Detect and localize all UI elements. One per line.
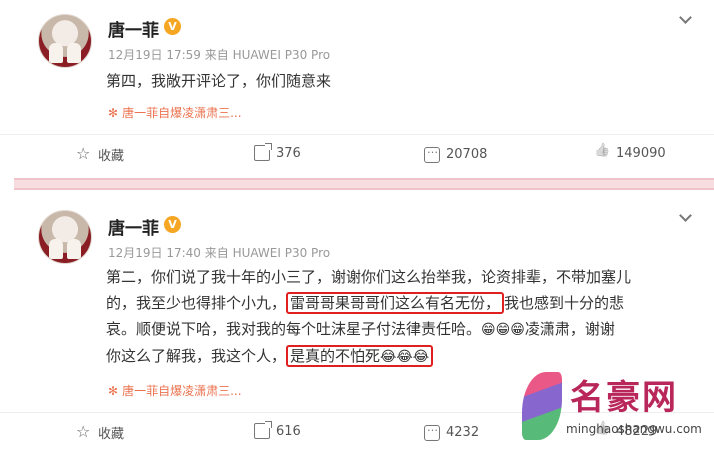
source-label: 唐一菲自爆凌潇肃三...	[122, 106, 242, 120]
star-icon	[76, 144, 92, 163]
avatar-figure	[67, 239, 81, 259]
text-segment: 我也感到十分的悲	[504, 294, 625, 312]
text-segment: 你这么了解我，我这个人，	[106, 347, 287, 365]
post-text-line: 的，我至少也得排个小九， 雷哥哥果哥哥们这么有名无份， 我也感到十分的悲	[106, 290, 696, 316]
forward-icon	[254, 421, 272, 439]
forward-icon	[254, 143, 272, 161]
avatar-figure	[49, 239, 63, 259]
chevron-down-icon[interactable]	[678, 12, 692, 26]
post-divider	[14, 178, 714, 190]
mention-text: 凌潇肃，谢谢	[524, 320, 615, 338]
chevron-down-icon[interactable]	[678, 210, 692, 224]
post-meta: 12月19日 17:59 来自 HUAWEI P30 Pro	[108, 48, 331, 62]
avatar[interactable]	[38, 14, 92, 68]
source-link[interactable]: ✻ 唐一菲自爆凌潇肃三...	[108, 104, 242, 121]
post-text-line: 哀。顺便说下哈，我对我的每个吐沫星子付法律责任哈。😁😁😁凌潇肃，谢谢	[106, 316, 696, 343]
forward-button[interactable]: 616	[254, 421, 301, 439]
post-text-line: 第二，你们说了我十年的小三了，谢谢你们这么抬举我，论资排辈，不带加塞儿	[106, 268, 632, 286]
post-text: 第四，我敞开评论了，你们随意来	[106, 72, 332, 90]
favorite-label: 收藏	[98, 149, 125, 164]
star-icon	[76, 422, 92, 441]
verified-badge-icon: V	[164, 18, 181, 35]
comment-count: 4232	[446, 424, 480, 440]
avatar-figure	[49, 43, 63, 63]
forward-button[interactable]: 376	[254, 143, 301, 161]
post-text: 第二，你们说了我十年的小三了，谢谢你们这么抬举我，论资排辈，不带加塞儿 的，我至…	[106, 264, 696, 370]
comment-icon	[424, 421, 440, 441]
text-segment: 的，我至少也得排个小九，	[106, 294, 287, 312]
highlighted-text-label: 是真的不怕死	[290, 347, 381, 365]
verified-badge-icon: V	[164, 216, 181, 233]
comment-button[interactable]: 20708	[424, 143, 488, 163]
like-count: 149090	[616, 145, 666, 161]
weibo-post-1: 唐一菲 V 12月19日 17:59 来自 HUAWEI P30 Pro 第四，…	[0, 0, 714, 178]
like-button[interactable]: 149090	[594, 145, 666, 161]
watermark-logo-icon	[522, 372, 562, 440]
highlighted-text: 雷哥哥果哥哥们这么有名无份，	[286, 292, 505, 314]
source-link[interactable]: ✻ 唐一菲自爆凌潇肃三...	[108, 382, 242, 399]
text-segment: 哀。顺便说下哈，我对我的每个吐沫星子付法律责任哈。	[106, 320, 482, 338]
avatar[interactable]	[38, 210, 92, 264]
comment-count: 20708	[446, 146, 488, 162]
forward-count: 376	[276, 145, 301, 161]
laugh-emoji-icon: 😂😂😂	[380, 349, 430, 365]
post-meta: 12月19日 17:40 来自 HUAWEI P30 Pro	[108, 246, 331, 260]
favorite-label: 收藏	[98, 427, 125, 442]
comment-icon	[424, 143, 440, 163]
source-label: 唐一菲自爆凌潇肃三...	[122, 384, 242, 398]
watermark-title: 名豪网	[570, 378, 678, 418]
comment-button[interactable]: 4232	[424, 421, 480, 441]
grin-emoji-icon: 😁😁😁	[481, 322, 525, 338]
post-text-line: 你这么了解我，我这个人， 是真的不怕死😂😂😂	[106, 343, 696, 370]
username[interactable]: 唐一菲	[108, 16, 159, 41]
favorite-button[interactable]: 收藏	[76, 422, 125, 443]
forward-count: 616	[276, 423, 301, 439]
watermark-url: minghaoshangwu.com	[566, 422, 702, 436]
username[interactable]: 唐一菲	[108, 214, 159, 239]
site-watermark: 名豪网 minghaoshangwu.com	[516, 368, 706, 448]
avatar-figure	[67, 43, 81, 63]
flower-icon: ✻	[108, 106, 119, 120]
thumbs-up-icon	[594, 145, 610, 161]
favorite-button[interactable]: 收藏	[76, 144, 125, 165]
flower-icon: ✻	[108, 384, 119, 398]
highlighted-text: 是真的不怕死😂😂😂	[286, 345, 434, 367]
action-bar: 收藏 376 20708 149090	[0, 134, 714, 174]
